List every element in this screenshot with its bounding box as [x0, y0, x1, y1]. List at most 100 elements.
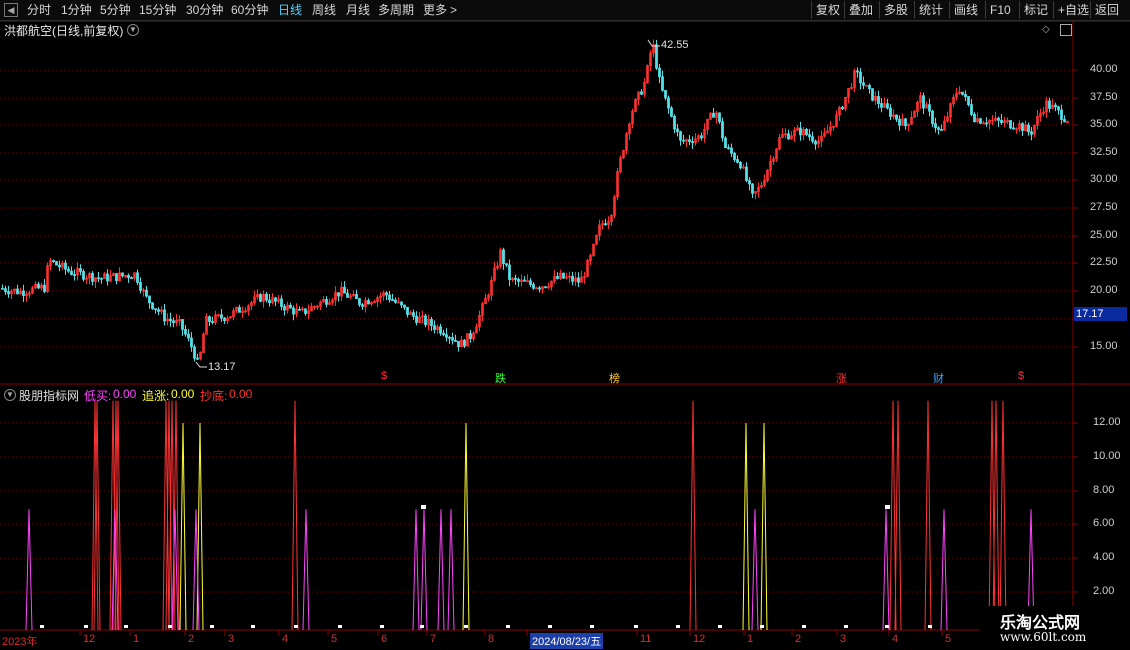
candle-body: [121, 272, 124, 277]
candle-body: [43, 284, 46, 292]
baseline-dot: [885, 625, 889, 628]
indicator-spike: [420, 509, 428, 631]
candle-body: [292, 307, 295, 315]
baseline-dot: [420, 625, 424, 628]
price-tick: 20.00: [1090, 284, 1118, 296]
candle-body: [97, 277, 100, 280]
candle-body: [940, 129, 943, 131]
candle-body: [718, 112, 721, 123]
candle-body: [115, 273, 118, 282]
candle-body: [430, 318, 433, 327]
candle-body: [1027, 124, 1030, 133]
candle-body: [406, 306, 409, 315]
baseline-dot: [84, 625, 88, 628]
candle-body: [454, 339, 457, 342]
price-tick: 40.00: [1090, 63, 1118, 75]
indicator-name[interactable]: 股朋指标网: [19, 387, 79, 404]
price-tick: 27.50: [1090, 201, 1118, 213]
candle-body: [355, 293, 358, 300]
candle-body: [172, 320, 175, 323]
indicator-dropdown-icon[interactable]: ▼: [4, 389, 16, 401]
candle-body: [139, 282, 142, 291]
candle-body: [640, 91, 643, 95]
candle-body: [961, 91, 964, 95]
candle-body: [190, 337, 193, 348]
candle-body: [1009, 120, 1012, 129]
candle-body: [283, 306, 286, 311]
candle-body: [181, 319, 184, 330]
candle-body: [439, 326, 442, 334]
price-tick: 30.00: [1090, 173, 1118, 185]
candle-body: [931, 110, 934, 125]
candle-body: [184, 328, 187, 335]
baseline-dot: [124, 625, 128, 628]
candle-body: [343, 286, 346, 294]
candle-body: [1030, 131, 1033, 135]
time-label: 12: [83, 633, 96, 645]
candle-body: [676, 128, 679, 133]
time-label: 6: [381, 633, 388, 645]
candle-body: [556, 276, 559, 279]
candle-body: [529, 280, 532, 285]
indicator-tick: 8.00: [1093, 484, 1115, 496]
candle-body: [859, 71, 862, 84]
candle-body: [997, 117, 1000, 121]
candle-body: [880, 103, 883, 108]
candle-body: [811, 136, 814, 142]
candle-body: [721, 121, 724, 139]
event-marker[interactable]: $: [381, 370, 387, 382]
chart-canvas[interactable]: [0, 0, 1130, 650]
candle-body: [463, 339, 466, 347]
baseline-dot: [210, 625, 214, 628]
candle-body: [1060, 109, 1063, 120]
event-marker[interactable]: 榜: [609, 370, 620, 386]
candle-body: [238, 306, 241, 313]
event-marker[interactable]: 跌: [495, 370, 506, 386]
price-tick: 25.00: [1090, 229, 1118, 241]
candle-body: [442, 332, 445, 336]
candle-body: [733, 152, 736, 160]
baseline-dot: [676, 625, 680, 628]
candle-body: [448, 336, 451, 339]
candle-body: [154, 308, 157, 311]
time-label: 5: [945, 633, 952, 645]
candle-body: [16, 288, 19, 295]
candle-body: [514, 277, 517, 280]
current-price-tag: 17.17: [1074, 307, 1127, 321]
candle-body: [403, 304, 406, 308]
high-price-label: 42.55: [661, 39, 689, 51]
time-label: 8: [488, 633, 495, 645]
indicator-tick: 10.00: [1093, 450, 1121, 462]
candle-body: [52, 260, 55, 262]
candle-body: [298, 308, 301, 311]
candle-body: [1, 287, 4, 290]
candle-body: [385, 292, 388, 296]
candle-body: [64, 262, 67, 270]
event-marker[interactable]: $: [1018, 370, 1024, 382]
candle-body: [151, 302, 154, 310]
candle-body: [274, 297, 277, 302]
candle-body: [748, 180, 751, 185]
event-marker[interactable]: 涨: [836, 370, 847, 386]
candle-body: [196, 357, 199, 360]
baseline-dot: [464, 625, 468, 628]
price-tick: 32.50: [1090, 146, 1118, 158]
time-label: 1: [133, 633, 140, 645]
candle-body: [1057, 106, 1060, 111]
candle-body: [136, 272, 139, 283]
candle-body: [898, 118, 901, 126]
candle-body: [127, 275, 130, 278]
indicator-spike: [302, 509, 310, 631]
candle-body: [670, 107, 673, 117]
candle-body: [751, 183, 754, 194]
candle-body: [445, 334, 448, 338]
candle-body: [922, 95, 925, 109]
candle-body: [877, 96, 880, 104]
indicator-label: 追涨:: [142, 389, 170, 403]
candle-body: [868, 84, 871, 90]
event-marker[interactable]: 财: [933, 370, 944, 386]
indicator-spike: [412, 509, 420, 631]
candle-body: [412, 312, 415, 317]
time-label: 2024/08/23/五: [530, 633, 604, 649]
candle-body: [7, 291, 10, 295]
